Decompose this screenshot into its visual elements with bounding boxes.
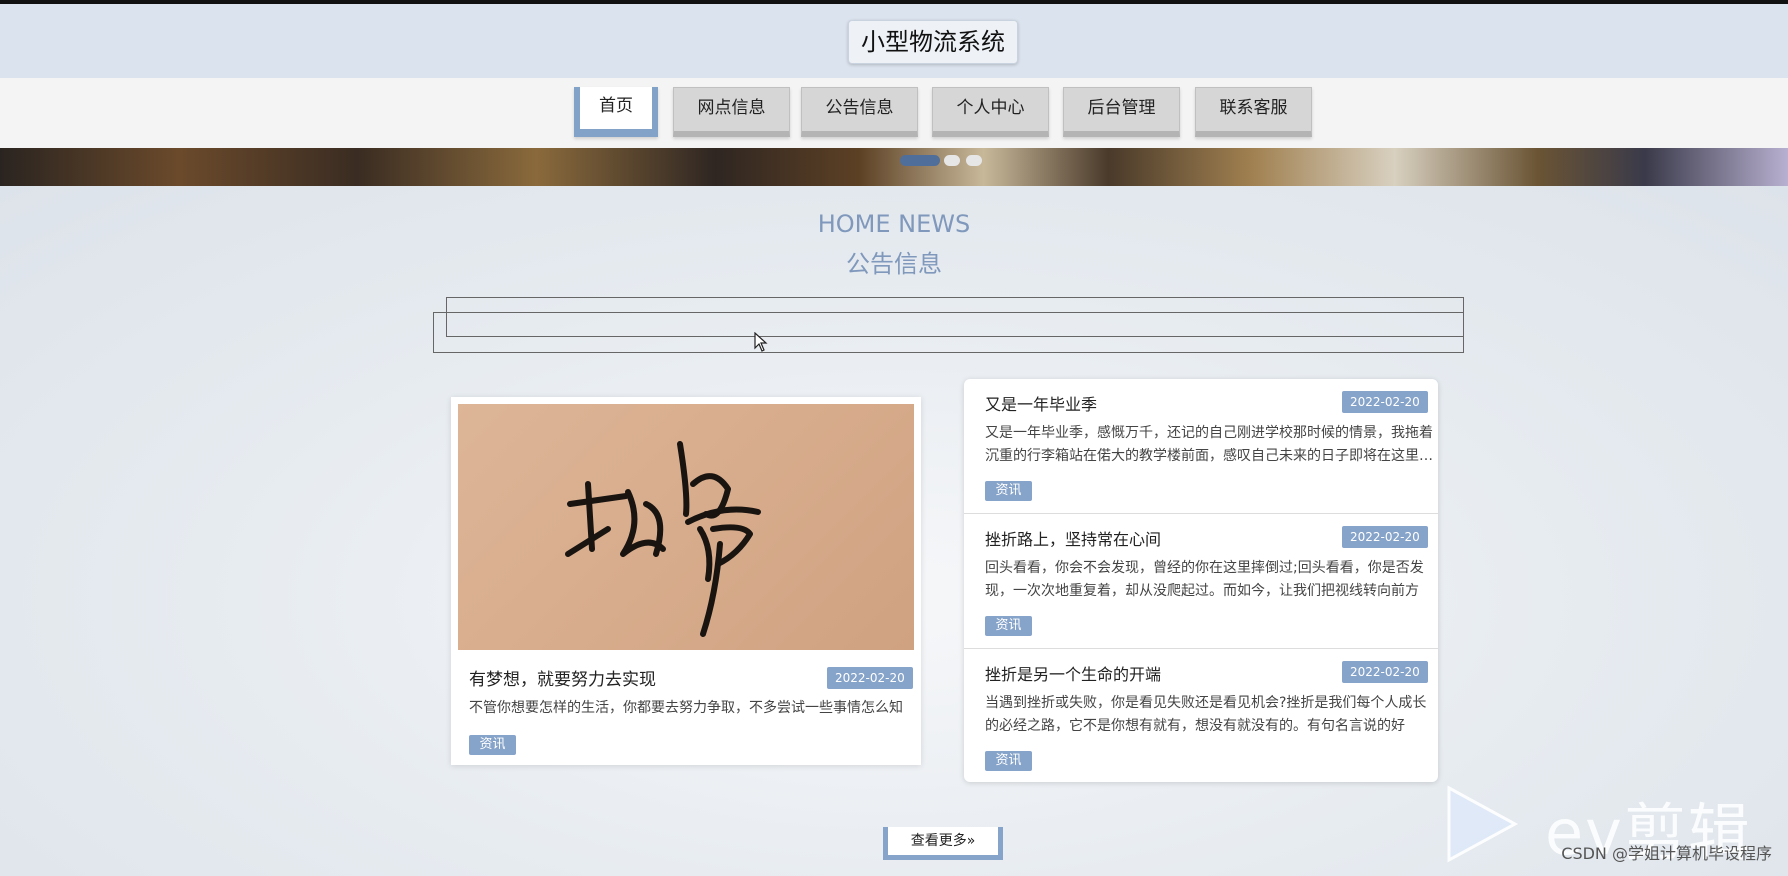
nav-item-admin[interactable]: 后台管理 [1063, 87, 1180, 137]
list-item[interactable]: 又是一年毕业季 2022-02-20 又是一年毕业季，感慨万千，还记的自己刚进学… [964, 379, 1438, 514]
carousel-dot-3[interactable] [966, 155, 982, 166]
view-more-button[interactable]: 查看更多» [883, 827, 1003, 860]
banner-carousel[interactable] [0, 148, 1788, 186]
list-item[interactable]: 挫折是另一个生命的开端 2022-02-20 当遇到挫折或失败，你是看见失败还是… [964, 649, 1438, 784]
credit-text: CSDN @学姐计算机毕设程序 [1561, 844, 1772, 863]
news-date: 2022-02-20 [1342, 526, 1428, 548]
carousel-dot-1[interactable] [900, 155, 940, 166]
featured-news-tag[interactable]: 资讯 [469, 735, 516, 755]
news-description: 又是一年毕业季，感慨万千，还记的自己刚进学校那时候的情景，我拖着沉重的行李箱站在… [985, 425, 1433, 464]
featured-news-image[interactable] [458, 404, 914, 650]
news-date: 2022-02-20 [1342, 391, 1428, 413]
news-tag[interactable]: 资讯 [985, 751, 1032, 771]
site-title: 小型物流系统 [848, 20, 1018, 64]
outline-frame [433, 312, 1464, 353]
news-list: 又是一年毕业季 2022-02-20 又是一年毕业季，感慨万千，还记的自己刚进学… [964, 379, 1438, 782]
featured-news-card[interactable]: 有梦想，就要努力去实现 2022-02-20 不管你想要怎样的生活，你都要去努力… [451, 397, 921, 765]
news-title[interactable]: 又是一年毕业季 [985, 391, 1097, 415]
featured-news-date: 2022-02-20 [827, 667, 913, 689]
news-description: 当遇到挫折或失败，你是看见失败还是看见机会?挫折是我们每个人成长的必经之路，它不… [985, 695, 1427, 734]
site-header: 小型物流系统 [0, 4, 1788, 78]
mouse-cursor-icon [754, 331, 768, 356]
nav-item-support[interactable]: 联系客服 [1195, 87, 1312, 137]
calligraphy-image-icon [565, 441, 761, 637]
featured-news-title[interactable]: 有梦想，就要努力去实现 [469, 665, 656, 690]
main-nav: 首页 网点信息 公告信息 个人中心 后台管理 联系客服 [0, 78, 1788, 148]
news-tag[interactable]: 资讯 [985, 616, 1032, 636]
nav-item-notices[interactable]: 公告信息 [801, 87, 918, 137]
section-title-zh: 公告信息 [846, 250, 942, 278]
news-title[interactable]: 挫折是另一个生命的开端 [985, 661, 1161, 685]
news-title[interactable]: 挫折路上，坚持常在心间 [985, 526, 1161, 550]
news-tag[interactable]: 资讯 [985, 481, 1032, 501]
list-item[interactable]: 挫折路上，坚持常在心间 2022-02-20 回头看看，你会不会发现，曾经的你在… [964, 514, 1438, 649]
featured-news-description: 不管你想要怎样的生活，你都要去努力争取，不多尝试一些事情怎么知 [469, 700, 903, 716]
nav-item-profile[interactable]: 个人中心 [932, 87, 1049, 137]
news-description: 回头看看，你会不会发现，曾经的你在这里摔倒过;回头看看，你是否发现，一次次地重复… [985, 560, 1424, 599]
play-logo-icon [1445, 784, 1519, 868]
nav-item-home[interactable]: 首页 [574, 87, 658, 137]
nav-item-branches[interactable]: 网点信息 [673, 87, 790, 137]
news-date: 2022-02-20 [1342, 661, 1428, 683]
section-title-en: HOME NEWS [817, 210, 971, 238]
carousel-dot-2[interactable] [944, 155, 960, 166]
